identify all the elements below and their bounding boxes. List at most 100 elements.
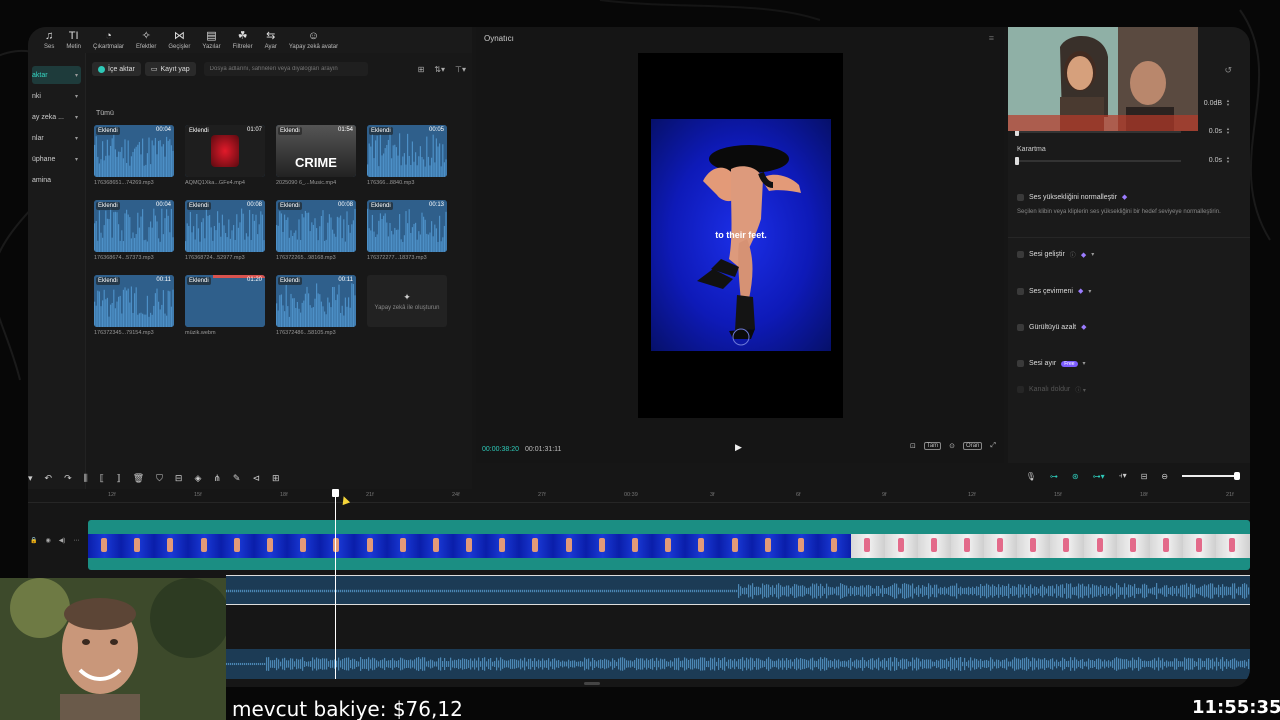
split-left-icon[interactable]: ⟦: [100, 473, 104, 484]
redo-icon[interactable]: ↷: [64, 473, 72, 484]
microphone-icon[interactable]: 🎙: [1026, 472, 1036, 481]
volume-stepper-icon[interactable]: ▲ ▼: [1226, 99, 1230, 107]
zoom-knob[interactable]: [1234, 472, 1240, 480]
split-right-icon[interactable]: ⟧: [116, 473, 120, 484]
link-icon[interactable]: ⊶: [1050, 472, 1058, 481]
speed-icon[interactable]: ⋔: [213, 473, 221, 484]
voice-changer-checkbox[interactable]: [1017, 287, 1024, 295]
toolbar-adjust-button[interactable]: ⇆ Ayar: [259, 27, 283, 53]
audio-track-clip-2[interactable]: [226, 649, 1250, 679]
fullscreen-icon[interactable]: ⤢: [990, 442, 996, 450]
chevron-down-icon[interactable]: ▾: [1088, 288, 1091, 295]
toolbar-transitions-button[interactable]: ⋈ Geçişler: [162, 27, 196, 53]
undo-icon[interactable]: ↶: [45, 473, 53, 484]
snapshot-icon[interactable]: ⊙: [949, 442, 955, 450]
play-button[interactable]: ▶: [735, 442, 742, 453]
delete-icon[interactable]: 🗑: [133, 473, 144, 484]
grid-view-icon[interactable]: ⊞: [418, 65, 425, 74]
fade-out-knob[interactable]: [1015, 157, 1019, 165]
chevron-down-icon[interactable]: ▾: [1091, 251, 1094, 258]
fade-out-stepper-icon[interactable]: ▲ ▼: [1226, 156, 1230, 164]
denoise-option[interactable]: Gürültüyü azalt ◆: [1017, 323, 1243, 331]
ai-create-tile[interactable]: ✦ Yapay zekâ ile oluşturun: [367, 275, 447, 327]
denoise-checkbox[interactable]: [1017, 323, 1024, 331]
player-menu-icon[interactable]: ≡: [989, 33, 994, 43]
separate-checkbox[interactable]: [1017, 360, 1024, 367]
timeline-ruler[interactable]: 12f 15f 18f 21f 24f 27f 00:39 3f 6f 9f 12f 15f 18f 21…: [28, 489, 1250, 503]
media-item[interactable]: Eklendi 00:05 176366...8840.mp3: [367, 125, 447, 186]
snap-icon[interactable]: ⊶▾: [1093, 472, 1105, 481]
fade-in-value[interactable]: 0.0s: [1209, 128, 1222, 135]
eye-icon[interactable]: ◉: [45, 537, 50, 544]
record-button[interactable]: ▭ Kayıt yap: [144, 62, 196, 76]
audio-track-clip-1[interactable]: [226, 575, 1250, 605]
media-item[interactable]: CRIME Eklendi 01:54 2025090 6_...Music.mp4: [276, 125, 356, 186]
toolbar-filters-button[interactable]: ☘ Filtreler: [227, 27, 259, 53]
zoom-out-icon[interactable]: ⊖: [1161, 472, 1168, 481]
sidebar-item[interactable]: aktar ▾: [32, 66, 81, 84]
media-item[interactable]: Eklendi 00:11 176372345...79154.mp3: [94, 275, 174, 336]
ai-icon[interactable]: ✎: [233, 473, 241, 484]
sidebar-item[interactable]: nlar ▾: [32, 129, 81, 147]
normalize-option[interactable]: Ses yüksekliğini normalleştir ◆: [1017, 193, 1243, 201]
more-icon[interactable]: ⋯: [73, 537, 79, 544]
player-canvas[interactable]: to their feet.: [638, 53, 843, 418]
mask-icon[interactable]: ◈: [194, 473, 201, 484]
media-item[interactable]: Eklendi 00:11 176372486...58105.mp3: [276, 275, 356, 336]
shield-icon[interactable]: ⛉: [156, 473, 163, 484]
lock-icon[interactable]: 🔒: [30, 537, 37, 544]
sidebar-item[interactable]: amina: [32, 171, 81, 189]
audio-split-icon[interactable]: ⊲: [252, 473, 260, 484]
freeze-icon[interactable]: ⊞: [272, 473, 280, 484]
sidebar-item[interactable]: üphane ▾: [32, 150, 81, 168]
graph-icon[interactable]: ⊡: [910, 442, 916, 450]
media-search-input[interactable]: [203, 62, 368, 76]
media-item[interactable]: Eklendi 00:13 176372277...18373.mp3: [367, 200, 447, 261]
fade-in-stepper-icon[interactable]: ▲ ▼: [1226, 127, 1230, 135]
filter-icon[interactable]: ⊤▾: [455, 65, 466, 74]
sidebar-item[interactable]: ay zeka ... ▾: [32, 108, 81, 126]
split-icon[interactable]: ⫼: [84, 473, 88, 484]
fade-out-slider[interactable]: [1015, 157, 1181, 165]
fade-out-value[interactable]: 0.0s: [1209, 157, 1222, 164]
fit-button[interactable]: Tam: [923, 442, 942, 450]
sidebar-item[interactable]: nki ▾: [32, 87, 81, 105]
volume-value[interactable]: 0.0dB: [1204, 100, 1222, 107]
media-item[interactable]: Eklendi 01:20 müzik.webm: [185, 275, 265, 336]
video-track-clip[interactable]: [88, 520, 1250, 570]
media-item[interactable]: Eklendi 01:07 AQMQ1Xka...GFe4.mp4: [185, 125, 265, 186]
import-button[interactable]: İçe aktar: [92, 62, 141, 76]
ratio-button[interactable]: Oran: [963, 442, 983, 450]
chevron-down-icon[interactable]: ▾: [1083, 360, 1086, 367]
layout-icon[interactable]: ⫞▾: [1119, 471, 1127, 481]
toolbar-ai-avatar-button[interactable]: ☺ Yapay zekâ avatar: [283, 27, 344, 53]
toolbar-music-button[interactable]: ♫ Ses: [38, 27, 60, 53]
enhance-checkbox[interactable]: [1017, 251, 1024, 258]
zoom-slider[interactable]: [1182, 472, 1240, 480]
media-item[interactable]: Eklendi 00:04 176368674...57373.mp3: [94, 200, 174, 261]
select-tool-icon[interactable]: ▾: [28, 473, 33, 484]
toolbar-effects-button[interactable]: ✧ Efektler: [130, 27, 162, 53]
voice-changer-option[interactable]: Ses çevirmeni ◆ ▾: [1017, 287, 1243, 295]
playhead-knob[interactable]: [332, 489, 339, 497]
media-item[interactable]: Eklendi 00:08 176368724...52977.mp3: [185, 200, 265, 261]
ruler-tick: 24f: [452, 492, 460, 498]
toolbar-sticker-button[interactable]: ◔ Çıkartmalar: [87, 27, 130, 53]
normalize-checkbox[interactable]: [1017, 193, 1024, 201]
timeline-scrollbar[interactable]: [584, 682, 600, 685]
toolbar-text-button[interactable]: TI Metin: [60, 27, 87, 53]
media-item[interactable]: Eklendi 00:04 176368651...74269.mp3: [94, 125, 174, 186]
toolbar-captions-button[interactable]: ▤ Yazılar: [196, 27, 226, 53]
preview-icon[interactable]: ⊟: [1141, 472, 1148, 481]
reset-icon[interactable]: ↺: [1224, 65, 1232, 76]
enhance-option[interactable]: Sesi geliştir ⓘ ◆ ▾: [1017, 250, 1243, 259]
separate-option[interactable]: Sesi ayır Free ▾: [1017, 360, 1243, 367]
magnet-icon[interactable]: ⊛: [1072, 472, 1079, 481]
sort-icon[interactable]: ⇅▾: [434, 65, 445, 74]
crop-icon[interactable]: ⊟: [175, 473, 183, 484]
media-item[interactable]: Eklendi 00:08 176372265...98168.mp3: [276, 200, 356, 261]
fade-in-slider[interactable]: [1015, 128, 1181, 136]
speaker-icon[interactable]: ◀): [59, 537, 66, 544]
filter-all-label[interactable]: Tümü: [96, 110, 114, 117]
playhead[interactable]: [332, 489, 339, 679]
